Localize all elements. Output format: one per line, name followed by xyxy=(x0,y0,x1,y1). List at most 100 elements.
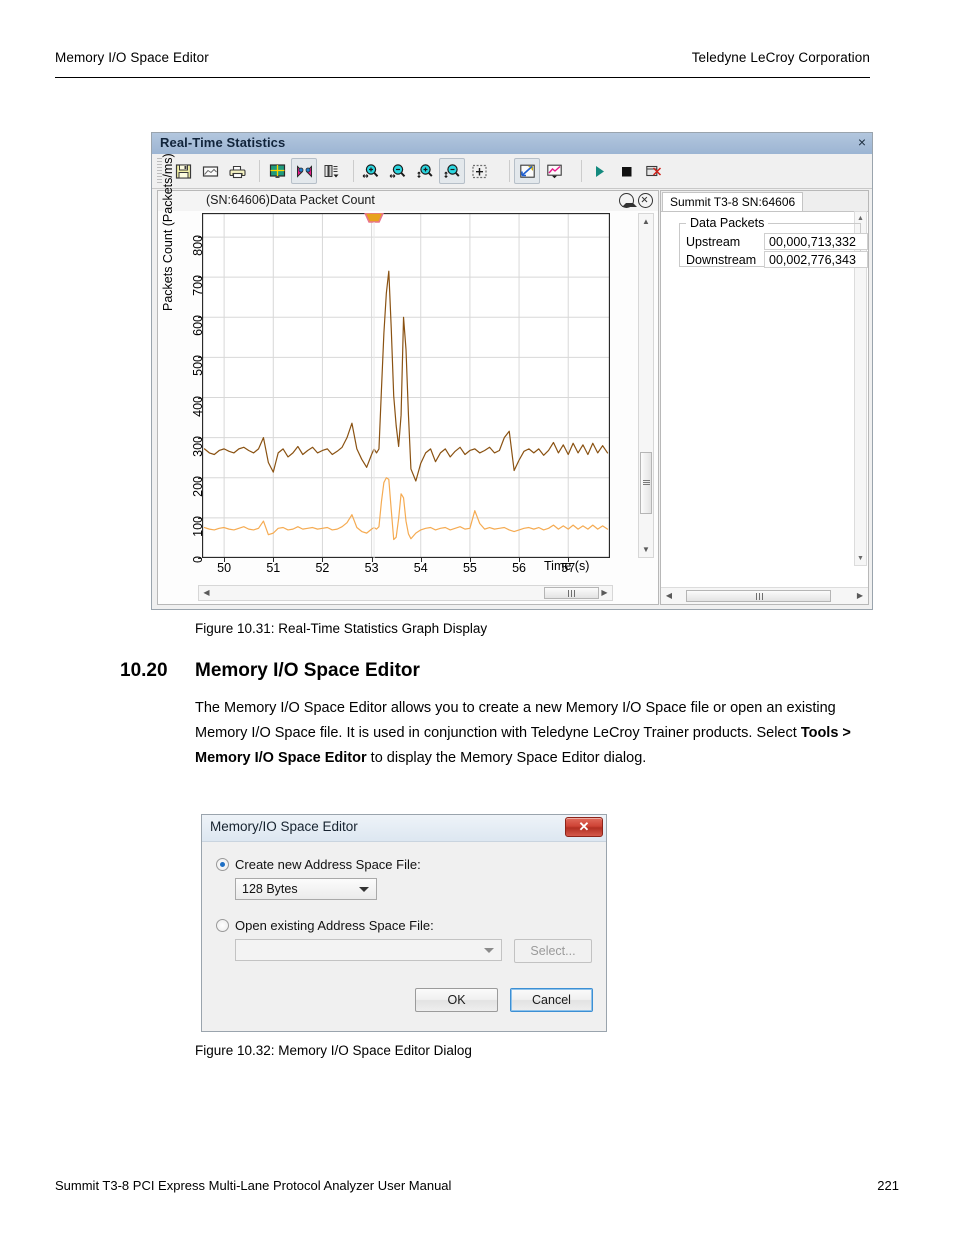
scroll-up-arrow[interactable]: ▲ xyxy=(639,214,653,229)
toolbar-group-view xyxy=(264,157,345,185)
y-tick-label: 500 xyxy=(191,355,205,377)
y-tick-mark xyxy=(198,277,202,279)
side-scroll-left-arrow[interactable]: ◀ xyxy=(662,588,676,604)
toolbar xyxy=(152,154,872,189)
y-tick-mark xyxy=(198,317,202,319)
report-button[interactable] xyxy=(197,158,223,184)
zoom-in-vertical-button[interactable] xyxy=(412,158,438,184)
manual-page: Memory I/O Space Editor Teledyne LeCroy … xyxy=(0,0,954,1235)
ok-button[interactable]: OK xyxy=(415,988,498,1012)
tile-windows-icon xyxy=(269,163,285,178)
section-number: 10.20 xyxy=(120,660,168,681)
figure-1-caption: Figure 10.31: Real-Time Statistics Graph… xyxy=(195,621,488,636)
x-tick-mark xyxy=(371,558,373,562)
zoom-out-horizontal-button[interactable] xyxy=(385,158,411,184)
x-tick-mark xyxy=(420,558,422,562)
settings-button[interactable] xyxy=(318,158,344,184)
expand-arrows-icon xyxy=(519,164,535,178)
scroll-left-arrow[interactable]: ◀ xyxy=(199,586,214,600)
y-tick-label: 400 xyxy=(191,395,205,417)
create-new-option-row[interactable]: Create new Address Space File: xyxy=(216,857,421,872)
envelope-icon xyxy=(202,165,218,177)
zoom-in-horizontal-button[interactable] xyxy=(358,158,384,184)
cancel-button[interactable]: Cancel xyxy=(510,988,593,1012)
plot-svg xyxy=(202,213,610,558)
toolbar-group-file xyxy=(170,157,251,185)
upstream-value: 00,000,713,332 xyxy=(764,233,868,250)
toolbar-group-zoom xyxy=(358,157,493,185)
scroll-right-arrow[interactable]: ▶ xyxy=(597,586,612,600)
dialog-close-button[interactable]: ✕ xyxy=(565,817,603,837)
figure-2-caption: Figure 10.32: Memory I/O Space Editor Di… xyxy=(195,1043,472,1058)
x-tick-mark xyxy=(322,558,324,562)
zoom-in-v-icon xyxy=(417,163,433,178)
y-tick-mark xyxy=(198,397,202,399)
y-tick-mark xyxy=(198,437,202,439)
toolbar-group-display xyxy=(514,157,568,185)
tools-dropdown-icon xyxy=(324,164,338,177)
tile-view-button[interactable] xyxy=(264,158,290,184)
vertical-scroll-thumb[interactable] xyxy=(640,452,652,514)
y-tick-mark xyxy=(198,558,202,559)
tab-summit-t3-8[interactable]: Summit T3-8 SN:64606 xyxy=(662,192,804,211)
print-button[interactable] xyxy=(224,158,250,184)
start-button[interactable] xyxy=(586,158,612,184)
open-existing-label: Open existing Address Space File: xyxy=(235,918,434,933)
paragraph-part-1: The Memory I/O Space Editor allows you t… xyxy=(195,700,836,741)
side-horizontal-scroll-thumb[interactable] xyxy=(686,590,831,602)
header-rule xyxy=(55,77,870,78)
create-new-radio[interactable] xyxy=(216,858,229,871)
close-circle-icon[interactable] xyxy=(638,193,653,208)
sync-markers-button[interactable] xyxy=(291,158,317,184)
x-tick-label: 50 xyxy=(217,561,232,575)
side-scroll-right-arrow[interactable]: ▶ xyxy=(853,588,867,604)
open-existing-option-row[interactable]: Open existing Address Space File: xyxy=(216,918,434,933)
y-tick-mark xyxy=(198,477,202,479)
graph-type-button[interactable] xyxy=(541,158,567,184)
plot-area[interactable] xyxy=(202,213,610,558)
window-close-icon[interactable]: × xyxy=(858,134,866,150)
stop-icon xyxy=(621,166,631,176)
existing-file-path-combo[interactable] xyxy=(235,939,502,961)
select-file-button[interactable]: Select... xyxy=(514,939,592,963)
x-tick-label: 54 xyxy=(413,561,428,575)
x-tick-label: 56 xyxy=(512,561,526,575)
window-title-bar: Real-Time Statistics × xyxy=(152,133,872,155)
memory-io-space-editor-dialog: Memory/IO Space Editor ✕ Create new Addr… xyxy=(201,814,607,1032)
chart-vertical-scrollbar[interactable]: ▲ ▼ xyxy=(638,213,654,558)
toolbar-group-run xyxy=(586,157,667,185)
full-screen-button[interactable] xyxy=(514,158,540,184)
chart-horizontal-scrollbar[interactable]: ◀ ▶ xyxy=(198,585,613,601)
footer-page-number: 221 xyxy=(877,1178,899,1193)
address-space-size-value: 128 Bytes xyxy=(242,882,298,896)
x-tick-mark xyxy=(519,558,521,562)
chevron-down-icon-2 xyxy=(484,948,494,953)
x-tick-mark xyxy=(273,558,275,562)
y-tick-label: 0 xyxy=(191,556,205,563)
zoom-out-vertical-button[interactable] xyxy=(439,158,465,184)
close-graph-button[interactable] xyxy=(640,158,666,184)
graph-dropdown-icon xyxy=(546,164,562,178)
side-panel-horizontal-scrollbar[interactable]: ◀ ▶ xyxy=(661,587,868,604)
horizontal-scroll-thumb[interactable] xyxy=(544,587,599,599)
side-scroll-down-arrow[interactable]: ▼ xyxy=(855,552,866,565)
y-tick-label: 600 xyxy=(191,315,205,337)
chart-panel-header: (SN:64606)Data Packet Count xyxy=(158,191,658,211)
zoom-out-h-icon xyxy=(389,163,406,178)
running-head-left: Memory I/O Space Editor xyxy=(55,50,209,65)
window-title: Real-Time Statistics xyxy=(160,135,286,150)
play-icon xyxy=(595,165,604,177)
address-space-size-combo[interactable]: 128 Bytes xyxy=(235,878,377,900)
scroll-down-arrow[interactable]: ▼ xyxy=(639,542,653,557)
dialog-title: Memory/IO Space Editor xyxy=(210,819,358,834)
stop-button[interactable] xyxy=(613,158,639,184)
open-existing-radio[interactable] xyxy=(216,919,229,932)
y-tick-label: 700 xyxy=(191,275,205,297)
downstream-label: Downstream xyxy=(686,253,757,267)
y-tick-label: 300 xyxy=(191,435,205,457)
fit-to-window-button[interactable] xyxy=(466,158,492,184)
real-time-statistics-window: Real-Time Statistics × (SN:64606)Data Pa… xyxy=(151,132,873,610)
data-packets-group-label: Data Packets xyxy=(686,216,769,230)
y-tick-label: 100 xyxy=(191,515,205,537)
collapse-circle-icon[interactable] xyxy=(619,193,637,208)
